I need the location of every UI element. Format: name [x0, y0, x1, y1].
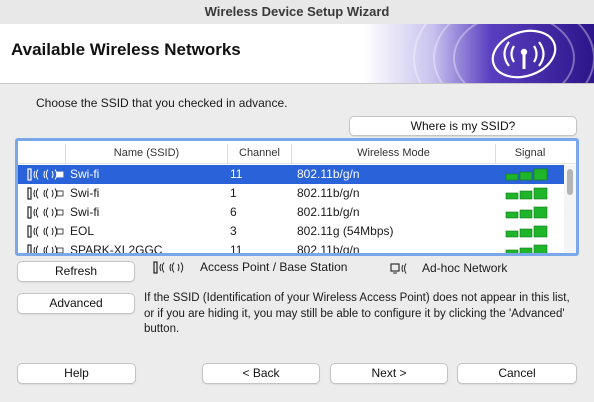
- network-table[interactable]: Name (SSID) Channel Wireless Mode Signal…: [15, 138, 579, 256]
- help-button[interactable]: Help: [17, 363, 136, 384]
- signal-strength-icon: [505, 244, 548, 253]
- advanced-button[interactable]: Advanced: [17, 293, 135, 314]
- wireless-mode-cell: 802.11b/g/n: [297, 243, 360, 256]
- access-point-icon: [27, 206, 64, 219]
- signal-strength-icon: [505, 168, 548, 181]
- channel-cell: 6: [230, 205, 237, 219]
- table-row[interactable]: Swi-fi 1 802.11b/g/n: [18, 184, 564, 203]
- refresh-button[interactable]: Refresh: [17, 261, 135, 282]
- signal-strength-icon: [505, 206, 548, 219]
- scroll-thumb[interactable]: [567, 169, 573, 195]
- ssid-cell: Swi-fi: [70, 205, 100, 219]
- table-row[interactable]: SPARK-XL2GGC 11 802.11b/g/n: [18, 241, 564, 256]
- signal-strength-icon: [505, 225, 548, 238]
- column-header-mode[interactable]: Wireless Mode: [291, 144, 495, 164]
- access-point-icon: [27, 187, 64, 200]
- wireless-logo-icon: [364, 24, 594, 83]
- ssid-cell: SPARK-XL2GGC: [70, 243, 163, 256]
- header-banner: Available Wireless Networks: [0, 24, 594, 84]
- advanced-info-text: If the SSID (Identification of your Wire…: [144, 292, 570, 335]
- wireless-mode-cell: 802.11b/g/n: [297, 167, 360, 181]
- ssid-cell: Swi-fi: [70, 167, 100, 181]
- column-header-channel[interactable]: Channel: [227, 144, 291, 164]
- page-title: Available Wireless Networks: [11, 40, 241, 59]
- table-scrollbar[interactable]: [564, 165, 576, 253]
- wireless-mode-cell: 802.11b/g/n: [297, 205, 360, 219]
- access-point-icon: [153, 261, 184, 274]
- ssid-cell: EOL: [70, 224, 95, 238]
- access-point-icon: [27, 168, 64, 181]
- wireless-mode-cell: 802.11b/g/n: [297, 186, 360, 200]
- next-button[interactable]: Next >: [330, 363, 448, 384]
- access-point-icon: [27, 225, 64, 238]
- access-point-icon: [27, 244, 64, 253]
- table-row[interactable]: Swi-fi 11 802.11b/g/n: [18, 165, 564, 184]
- ssid-cell: Swi-fi: [70, 186, 100, 200]
- signal-strength-icon: [505, 187, 548, 200]
- back-button[interactable]: < Back: [202, 363, 320, 384]
- column-header-signal[interactable]: Signal: [495, 144, 564, 164]
- column-header-ssid[interactable]: Name (SSID): [65, 144, 227, 164]
- adhoc-network-icon: [390, 263, 407, 274]
- channel-cell: 3: [230, 224, 237, 238]
- table-row[interactable]: EOL 3 802.11g (54Mbps): [18, 222, 564, 241]
- wireless-mode-cell: 802.11g (54Mbps): [297, 224, 394, 238]
- legend-ap-label: Access Point / Base Station: [200, 260, 348, 274]
- table-row[interactable]: Swi-fi 6 802.11b/g/n: [18, 203, 564, 222]
- instruction-text: Choose the SSID that you checked in adva…: [36, 96, 288, 110]
- table-header: Name (SSID) Channel Wireless Mode Signal: [18, 144, 576, 164]
- icon-column-header: [18, 144, 65, 164]
- channel-cell: 1: [230, 186, 237, 200]
- channel-cell: 11: [230, 167, 243, 181]
- channel-cell: 11: [230, 243, 243, 256]
- cancel-button[interactable]: Cancel: [457, 363, 577, 384]
- where-is-my-ssid-button[interactable]: Where is my SSID?: [349, 116, 577, 136]
- window-title: Wireless Device Setup Wizard: [0, 0, 594, 24]
- legend-adhoc-label: Ad-hoc Network: [422, 261, 508, 275]
